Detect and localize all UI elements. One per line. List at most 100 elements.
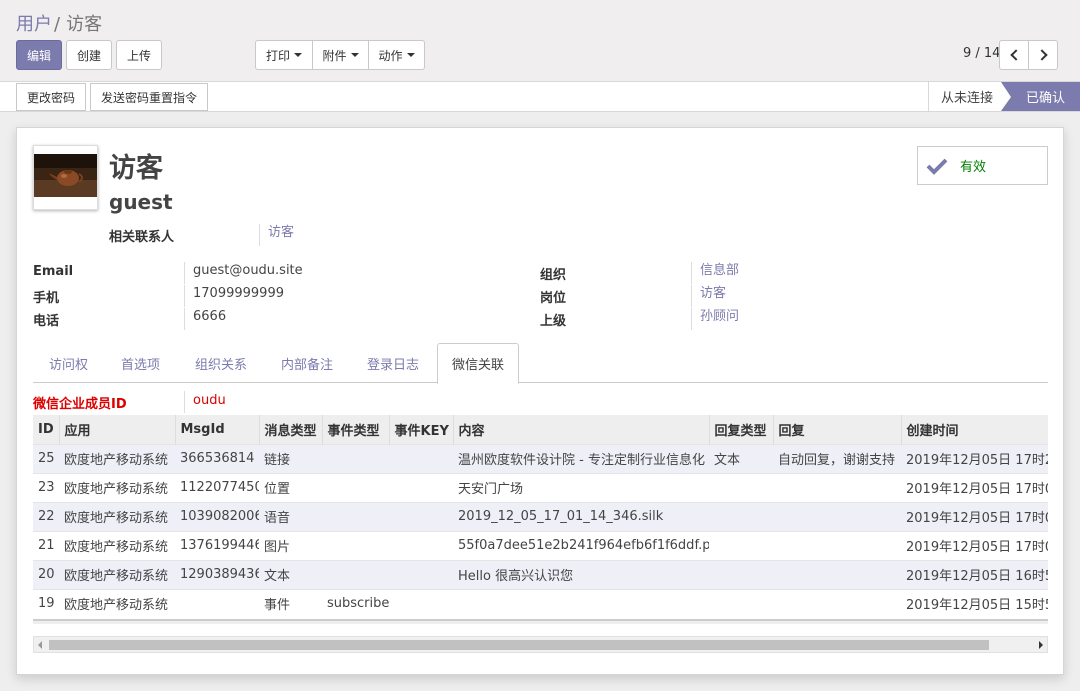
column-header[interactable]: 事件KEY (389, 415, 454, 444)
related-partner-link[interactable]: 访客 (259, 224, 294, 246)
caret-down-icon (350, 53, 359, 57)
table-cell: 欧度地产移动系统 (59, 501, 175, 531)
sidebar-actions-group: 打印 附件 动作 (255, 40, 425, 70)
tab-internal-notes[interactable]: 内部备注 (281, 343, 333, 383)
column-header[interactable]: MsgId (175, 415, 260, 444)
check-icon (926, 158, 948, 175)
table-cell (773, 530, 901, 560)
table-cell (322, 472, 389, 502)
job-link[interactable]: 访客 (691, 285, 726, 307)
table-header-row: ID 应用 MsgId 消息类型 事件类型 事件KEY 内容 回复类型 回复 创… (33, 415, 1048, 444)
email-label: Email (33, 264, 74, 279)
table-cell: 1376199446 (175, 530, 259, 560)
table-cell (389, 472, 453, 502)
table-cell: 2019年12月05日 17时00 (901, 530, 1048, 560)
department-label: 组织 (540, 268, 567, 283)
table-cell: 位置 (259, 472, 322, 502)
print-dropdown[interactable]: 打印 (256, 41, 313, 69)
table-row[interactable]: 25 欧度地产移动系统 366536814 链接 温州欧度软件设计院 - 专注定制行业信… (33, 443, 1048, 473)
email-value: guest@oudu.site (184, 262, 303, 284)
breadcrumb: 用户 / 访客 (16, 10, 102, 36)
phone-label: 电话 (33, 314, 60, 329)
column-header[interactable]: 回复 (773, 415, 902, 444)
form-statusbar: 更改密码 发送密码重置指令 从未连接 已确认 (0, 81, 1080, 112)
user-name[interactable]: 访客 (109, 146, 163, 185)
table-cell: 25 (33, 443, 59, 473)
breadcrumb-parent-link[interactable]: 用户 (16, 14, 52, 35)
table-row[interactable]: 22 欧度地产移动系统 1039082006 语音 2019_12_05_17_01_1… (33, 501, 1048, 531)
phone-value: 6666 (184, 308, 226, 330)
table-cell (453, 588, 709, 618)
table-cell: 1039082006 (175, 501, 259, 531)
user-login[interactable]: guest (109, 190, 173, 214)
manager-label: 上级 (540, 314, 567, 329)
table-cell (709, 588, 773, 618)
column-header[interactable]: 创建时间 (901, 415, 1048, 444)
caret-down-icon (294, 53, 302, 57)
wechat-member-id-label: 微信企业成员ID (33, 397, 127, 412)
table-cell (322, 530, 389, 560)
department-link[interactable]: 信息部 (691, 262, 739, 284)
table-cell: 欧度地产移动系统 (59, 472, 175, 502)
pager-next-button[interactable] (1028, 40, 1058, 70)
table-cell (389, 588, 453, 618)
stage-arrow (1001, 82, 1011, 111)
job-label: 岗位 (540, 291, 567, 306)
scroll-left-arrow-icon[interactable] (38, 641, 42, 649)
horizontal-scrollbar[interactable] (33, 636, 1048, 653)
table-cell: 2019年12月05日 16时59 (901, 559, 1048, 589)
teapot-photo (34, 146, 97, 209)
tab-access-rights[interactable]: 访问权 (49, 343, 88, 383)
pager-previous-button[interactable] (999, 40, 1029, 70)
stage-confirmed: 已确认 (1001, 82, 1080, 111)
table-cell (773, 588, 901, 618)
active-toggle-button[interactable]: 有效 (917, 146, 1048, 185)
upload-button[interactable]: 上传 (116, 40, 162, 70)
table-cell: 语音 (259, 501, 322, 531)
table-footer (33, 619, 1048, 624)
action-label: 动作 (378, 48, 403, 63)
table-row[interactable]: 19 欧度地产移动系统 事件 subscribe 2019年12月05日 15时56 (33, 588, 1048, 618)
column-header[interactable]: 内容 (453, 415, 710, 444)
user-avatar[interactable] (33, 145, 98, 210)
column-header[interactable]: ID (33, 415, 60, 444)
create-button[interactable]: 创建 (66, 40, 112, 70)
table-cell: 温州欧度软件设计院 - 专注定制行业信息化 (453, 443, 709, 473)
stage-never-connected: 从未连接 (928, 82, 1005, 111)
table-cell (773, 501, 901, 531)
send-reset-instructions-button[interactable]: 发送密码重置指令 (90, 83, 208, 111)
column-header[interactable]: 事件类型 (322, 415, 390, 444)
tab-preferences[interactable]: 首选项 (121, 343, 160, 383)
table-cell (322, 559, 389, 589)
tab-wechat[interactable]: 微信关联 (437, 343, 520, 384)
column-header[interactable]: 应用 (59, 415, 176, 444)
manager-link[interactable]: 孙顾问 (691, 308, 739, 330)
table-cell: 链接 (259, 443, 322, 473)
table-cell (709, 559, 773, 589)
tab-organization[interactable]: 组织关系 (195, 343, 247, 383)
change-password-button[interactable]: 更改密码 (16, 83, 86, 111)
table-cell (322, 443, 389, 473)
table-row[interactable]: 20 欧度地产移动系统 1290389436 文本 Hello 很高兴认识您 2019年1… (33, 559, 1048, 589)
table-row[interactable]: 21 欧度地产移动系统 1376199446 图片 55f0a7dee51e2b241f… (33, 530, 1048, 560)
scroll-right-arrow-icon[interactable] (1039, 641, 1043, 649)
table-cell: 欧度地产移动系统 (59, 559, 175, 589)
table-cell: 事件 (259, 588, 322, 618)
action-dropdown[interactable]: 动作 (369, 41, 424, 69)
column-header[interactable]: 消息类型 (259, 415, 323, 444)
mobile-value: 17099999999 (184, 285, 284, 307)
pager-value[interactable]: 9 / 14 (963, 46, 1000, 61)
table-cell: 2019_12_05_17_01_14_346.silk (453, 501, 709, 531)
table-cell (709, 472, 773, 502)
table-cell: 23 (33, 472, 59, 502)
edit-button[interactable]: 编辑 (16, 40, 62, 70)
tab-login-log[interactable]: 登录日志 (367, 343, 419, 383)
table-cell (709, 501, 773, 531)
table-cell (773, 559, 901, 589)
mobile-label: 手机 (33, 291, 60, 306)
attachment-dropdown[interactable]: 附件 (313, 41, 369, 69)
table-cell: 19 (33, 588, 59, 618)
scrollbar-thumb[interactable] (49, 640, 989, 650)
table-row[interactable]: 23 欧度地产移动系统 1122077450 位置 天安门广场 2019年12月05日 1… (33, 472, 1048, 502)
column-header[interactable]: 回复类型 (709, 415, 774, 444)
